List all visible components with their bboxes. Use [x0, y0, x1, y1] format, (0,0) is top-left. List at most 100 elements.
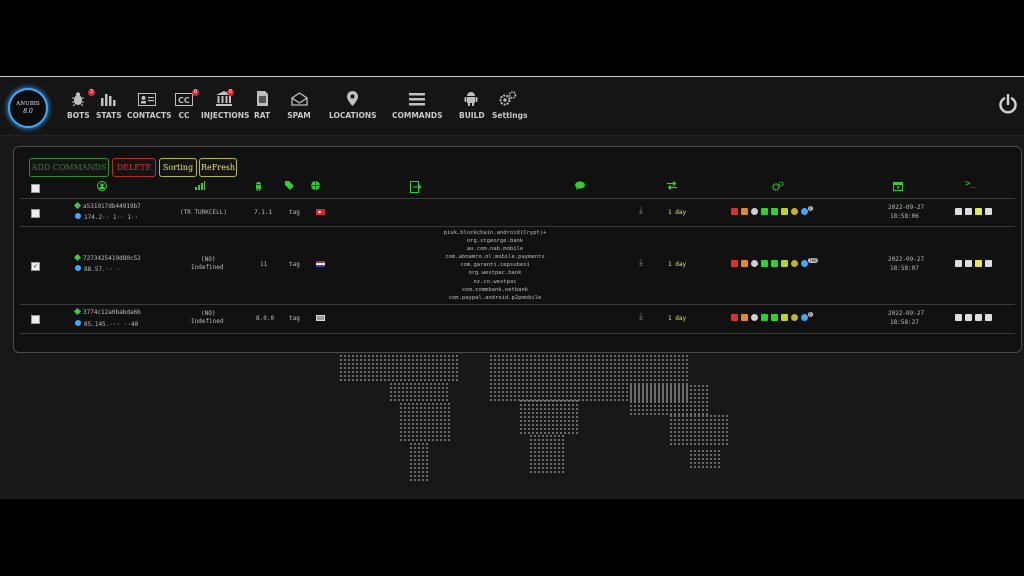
pen-icon[interactable]	[781, 208, 788, 215]
sim-icon[interactable]	[975, 208, 982, 215]
map-dot	[566, 375, 568, 377]
map-dot	[678, 413, 680, 415]
download-icon[interactable]: ⤓	[639, 258, 643, 268]
nav-locations[interactable]: LOCATIONS	[329, 91, 377, 120]
row-checkbox[interactable]	[31, 209, 40, 218]
map-dot	[422, 463, 424, 465]
map-dot	[432, 363, 434, 365]
mail-icon[interactable]	[771, 314, 778, 321]
map-dot	[402, 387, 404, 389]
select-all-checkbox[interactable]	[31, 184, 40, 193]
mail-icon[interactable]	[771, 260, 778, 267]
map-dot	[408, 415, 410, 417]
flag-checkered-icon[interactable]	[985, 260, 992, 267]
map-dot	[678, 389, 680, 391]
map-dot	[578, 355, 580, 357]
map-dot	[560, 400, 562, 402]
action-icons: 0	[731, 205, 813, 215]
coin-icon[interactable]	[791, 314, 798, 321]
eye-icon[interactable]	[751, 260, 758, 267]
map-dot	[384, 355, 386, 357]
map-dot	[662, 383, 664, 385]
nav-cc[interactable]: CC 0 CC	[175, 89, 199, 120]
sorting-button[interactable]: Sorting	[159, 158, 197, 177]
map-dot	[710, 431, 712, 433]
nav-stats[interactable]: STATS	[96, 91, 122, 120]
pen-icon[interactable]	[781, 260, 788, 267]
map-dot	[582, 379, 584, 381]
nav-bots[interactable]: 3 BOTS	[67, 89, 95, 120]
flag-checkered-icon[interactable]	[985, 208, 992, 215]
rocket-icon[interactable]	[965, 260, 972, 267]
map-dot	[490, 363, 492, 365]
map-dot	[566, 395, 568, 397]
table-row[interactable]: a531917db44919b7 174.2·· 1·· 1·· (TR TUR…	[20, 198, 1015, 226]
map-dot	[530, 375, 532, 377]
map-dot	[662, 395, 664, 397]
map-dot	[518, 359, 520, 361]
shield-icon[interactable]	[741, 314, 748, 321]
map-dot	[634, 389, 636, 391]
map-dot	[388, 367, 390, 369]
map-dot	[530, 443, 532, 445]
nav-build[interactable]: BUILD	[459, 91, 485, 120]
map-dot	[570, 399, 572, 401]
shield-icon[interactable]	[741, 260, 748, 267]
anubis-logo[interactable]: ANUBIS 8.0	[8, 88, 48, 128]
pen-icon[interactable]	[781, 314, 788, 321]
info-icon[interactable]	[801, 314, 808, 321]
map-dot	[564, 400, 566, 402]
row-tools	[955, 260, 992, 267]
record-icon[interactable]	[731, 314, 738, 321]
mail-icon[interactable]	[771, 208, 778, 215]
map-dot	[682, 391, 684, 393]
record-icon[interactable]	[731, 260, 738, 267]
refresh-button[interactable]: ReFresh	[199, 158, 237, 177]
map-dot	[526, 363, 528, 365]
table-row[interactable]: 3774c12a0babda6b 85.145.··· ··40 (NO) In…	[20, 304, 1015, 334]
shield-icon[interactable]	[741, 208, 748, 215]
info-icon[interactable]	[801, 260, 808, 267]
map-dot	[614, 391, 616, 393]
map-dot	[432, 419, 434, 421]
map-dot	[526, 367, 528, 369]
map-dot	[554, 359, 556, 361]
table-row[interactable]: ✓ 7273425419d80c52 88.57.·· · (NO) Indef…	[20, 226, 1015, 304]
sim-icon[interactable]	[975, 260, 982, 267]
info-icon[interactable]	[801, 208, 808, 215]
home-icon[interactable]	[955, 208, 962, 215]
spider-icon[interactable]	[761, 260, 768, 267]
credit-card-icon: CC	[175, 91, 193, 109]
row-checkbox[interactable]	[31, 315, 40, 324]
download-icon[interactable]: ⤓	[639, 312, 643, 322]
flag-checkered-icon[interactable]	[985, 314, 992, 321]
coin-icon[interactable]	[791, 208, 798, 215]
sim-icon[interactable]	[975, 314, 982, 321]
add-commands-button[interactable]: ADD COMMANDS	[29, 158, 109, 177]
download-icon[interactable]: ⤓	[639, 206, 643, 216]
nav-contacts[interactable]: CONTACTS	[127, 91, 172, 120]
spider-icon[interactable]	[761, 208, 768, 215]
map-dot	[430, 395, 432, 397]
record-icon[interactable]	[731, 208, 738, 215]
nav-commands[interactable]: COMMANDS	[392, 91, 443, 120]
eye-icon[interactable]	[751, 208, 758, 215]
rocket-icon[interactable]	[965, 208, 972, 215]
home-icon[interactable]	[955, 260, 962, 267]
map-dot	[448, 439, 450, 441]
map-dot	[562, 455, 564, 457]
nav-injections[interactable]: 0 INJECTIONS	[201, 89, 249, 120]
rocket-icon[interactable]	[965, 314, 972, 321]
delete-button[interactable]: DELETE	[112, 158, 156, 177]
map-dot	[518, 355, 520, 357]
spider-icon[interactable]	[761, 314, 768, 321]
nav-rat[interactable]: RAT	[254, 91, 270, 120]
coin-icon[interactable]	[791, 260, 798, 267]
power-icon[interactable]	[998, 94, 1018, 114]
map-dot	[646, 395, 648, 397]
map-dot	[570, 391, 572, 393]
nav-spam[interactable]: SPAM	[287, 91, 311, 120]
eye-icon[interactable]	[751, 314, 758, 321]
home-icon[interactable]	[955, 314, 962, 321]
nav-settings[interactable]: Settings	[492, 91, 527, 120]
